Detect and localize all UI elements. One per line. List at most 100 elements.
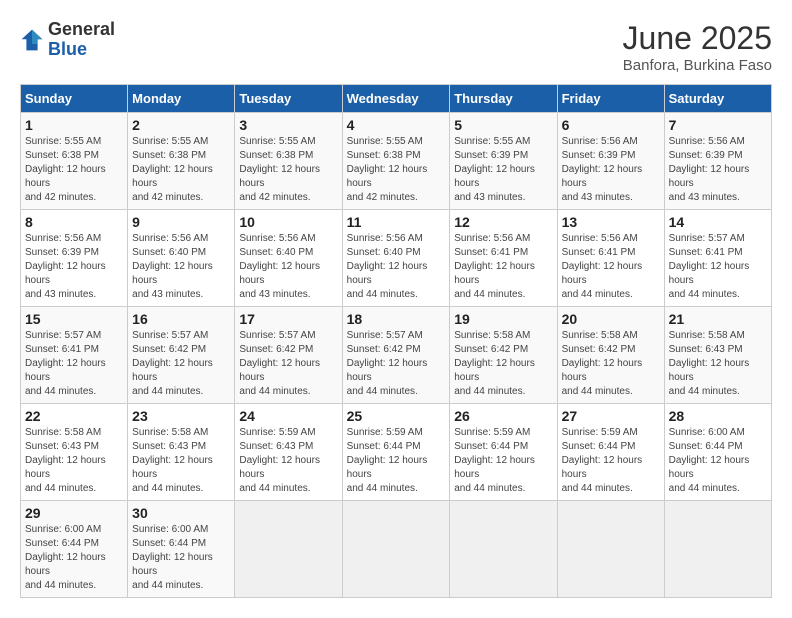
day-number: 2 (132, 117, 230, 133)
calendar-cell: 24 Sunrise: 5:59 AMSunset: 6:43 PMDaylig… (235, 404, 342, 501)
calendar-cell: 2 Sunrise: 5:55 AMSunset: 6:38 PMDayligh… (128, 113, 235, 210)
day-header-monday: Monday (128, 85, 235, 113)
calendar-cell: 27 Sunrise: 5:59 AMSunset: 6:44 PMDaylig… (557, 404, 664, 501)
day-info: Sunrise: 5:55 AMSunset: 6:38 PMDaylight:… (347, 135, 446, 205)
day-info: Sunrise: 5:58 AMSunset: 6:42 PMDaylight:… (454, 329, 552, 399)
day-info: Sunrise: 5:56 AMSunset: 6:41 PMDaylight:… (562, 232, 660, 302)
calendar-cell: 19 Sunrise: 5:58 AMSunset: 6:42 PMDaylig… (450, 307, 557, 404)
day-number: 10 (239, 214, 337, 230)
calendar-table: SundayMondayTuesdayWednesdayThursdayFrid… (20, 84, 772, 598)
day-info: Sunrise: 5:57 AMSunset: 6:42 PMDaylight:… (347, 329, 446, 399)
day-info: Sunrise: 5:58 AMSunset: 6:43 PMDaylight:… (669, 329, 767, 399)
day-number: 24 (239, 408, 337, 424)
month-title: June 2025 (623, 20, 772, 57)
calendar-cell: 20 Sunrise: 5:58 AMSunset: 6:42 PMDaylig… (557, 307, 664, 404)
week-row-5: 29 Sunrise: 6:00 AMSunset: 6:44 PMDaylig… (21, 501, 772, 598)
day-header-wednesday: Wednesday (342, 85, 450, 113)
logo-icon (20, 28, 44, 52)
day-number: 26 (454, 408, 552, 424)
day-info: Sunrise: 5:55 AMSunset: 6:38 PMDaylight:… (239, 135, 337, 205)
day-number: 4 (347, 117, 446, 133)
day-number: 6 (562, 117, 660, 133)
day-header-saturday: Saturday (664, 85, 771, 113)
calendar-cell (664, 501, 771, 598)
day-number: 17 (239, 311, 337, 327)
calendar-cell (342, 501, 450, 598)
day-number: 30 (132, 505, 230, 521)
calendar-cell: 30 Sunrise: 6:00 AMSunset: 6:44 PMDaylig… (128, 501, 235, 598)
day-info: Sunrise: 5:55 AMSunset: 6:38 PMDaylight:… (132, 135, 230, 205)
day-header-thursday: Thursday (450, 85, 557, 113)
day-number: 3 (239, 117, 337, 133)
day-info: Sunrise: 5:56 AMSunset: 6:40 PMDaylight:… (347, 232, 446, 302)
calendar-cell: 6 Sunrise: 5:56 AMSunset: 6:39 PMDayligh… (557, 113, 664, 210)
day-number: 22 (25, 408, 123, 424)
day-number: 5 (454, 117, 552, 133)
calendar-cell: 7 Sunrise: 5:56 AMSunset: 6:39 PMDayligh… (664, 113, 771, 210)
logo-blue: Blue (48, 39, 87, 59)
calendar-cell: 11 Sunrise: 5:56 AMSunset: 6:40 PMDaylig… (342, 210, 450, 307)
title-area: June 2025 Banfora, Burkina Faso (623, 20, 772, 74)
day-number: 29 (25, 505, 123, 521)
day-info: Sunrise: 5:56 AMSunset: 6:40 PMDaylight:… (132, 232, 230, 302)
day-info: Sunrise: 5:58 AMSunset: 6:43 PMDaylight:… (25, 426, 123, 496)
calendar-cell: 25 Sunrise: 5:59 AMSunset: 6:44 PMDaylig… (342, 404, 450, 501)
day-number: 8 (25, 214, 123, 230)
day-number: 13 (562, 214, 660, 230)
day-info: Sunrise: 5:56 AMSunset: 6:40 PMDaylight:… (239, 232, 337, 302)
day-number: 27 (562, 408, 660, 424)
week-row-2: 8 Sunrise: 5:56 AMSunset: 6:39 PMDayligh… (21, 210, 772, 307)
day-number: 14 (669, 214, 767, 230)
calendar-cell: 16 Sunrise: 5:57 AMSunset: 6:42 PMDaylig… (128, 307, 235, 404)
day-number: 11 (347, 214, 446, 230)
day-info: Sunrise: 6:00 AMSunset: 6:44 PMDaylight:… (25, 523, 123, 593)
calendar-cell: 22 Sunrise: 5:58 AMSunset: 6:43 PMDaylig… (21, 404, 128, 501)
calendar-cell: 23 Sunrise: 5:58 AMSunset: 6:43 PMDaylig… (128, 404, 235, 501)
calendar-cell: 13 Sunrise: 5:56 AMSunset: 6:41 PMDaylig… (557, 210, 664, 307)
day-info: Sunrise: 5:59 AMSunset: 6:44 PMDaylight:… (454, 426, 552, 496)
day-number: 9 (132, 214, 230, 230)
calendar-cell (557, 501, 664, 598)
day-number: 28 (669, 408, 767, 424)
day-number: 23 (132, 408, 230, 424)
calendar-cell: 28 Sunrise: 6:00 AMSunset: 6:44 PMDaylig… (664, 404, 771, 501)
week-row-3: 15 Sunrise: 5:57 AMSunset: 6:41 PMDaylig… (21, 307, 772, 404)
day-number: 25 (347, 408, 446, 424)
calendar-cell: 4 Sunrise: 5:55 AMSunset: 6:38 PMDayligh… (342, 113, 450, 210)
logo-general: General (48, 20, 115, 40)
logo: General Blue (20, 20, 115, 60)
day-info: Sunrise: 5:59 AMSunset: 6:43 PMDaylight:… (239, 426, 337, 496)
day-header-friday: Friday (557, 85, 664, 113)
calendar-cell: 1 Sunrise: 5:55 AMSunset: 6:38 PMDayligh… (21, 113, 128, 210)
day-number: 21 (669, 311, 767, 327)
calendar-cell: 21 Sunrise: 5:58 AMSunset: 6:43 PMDaylig… (664, 307, 771, 404)
day-number: 18 (347, 311, 446, 327)
calendar-cell: 14 Sunrise: 5:57 AMSunset: 6:41 PMDaylig… (664, 210, 771, 307)
day-number: 19 (454, 311, 552, 327)
day-info: Sunrise: 5:57 AMSunset: 6:41 PMDaylight:… (669, 232, 767, 302)
day-info: Sunrise: 5:58 AMSunset: 6:42 PMDaylight:… (562, 329, 660, 399)
day-info: Sunrise: 5:56 AMSunset: 6:41 PMDaylight:… (454, 232, 552, 302)
week-row-1: 1 Sunrise: 5:55 AMSunset: 6:38 PMDayligh… (21, 113, 772, 210)
day-info: Sunrise: 5:57 AMSunset: 6:42 PMDaylight:… (132, 329, 230, 399)
day-info: Sunrise: 5:55 AMSunset: 6:38 PMDaylight:… (25, 135, 123, 205)
day-number: 20 (562, 311, 660, 327)
day-header-sunday: Sunday (21, 85, 128, 113)
calendar-cell: 29 Sunrise: 6:00 AMSunset: 6:44 PMDaylig… (21, 501, 128, 598)
day-number: 1 (25, 117, 123, 133)
day-info: Sunrise: 5:56 AMSunset: 6:39 PMDaylight:… (669, 135, 767, 205)
calendar-cell: 3 Sunrise: 5:55 AMSunset: 6:38 PMDayligh… (235, 113, 342, 210)
calendar-cell: 10 Sunrise: 5:56 AMSunset: 6:40 PMDaylig… (235, 210, 342, 307)
day-info: Sunrise: 6:00 AMSunset: 6:44 PMDaylight:… (132, 523, 230, 593)
calendar-cell: 15 Sunrise: 5:57 AMSunset: 6:41 PMDaylig… (21, 307, 128, 404)
calendar-cell: 8 Sunrise: 5:56 AMSunset: 6:39 PMDayligh… (21, 210, 128, 307)
day-info: Sunrise: 5:56 AMSunset: 6:39 PMDaylight:… (562, 135, 660, 205)
day-header-tuesday: Tuesday (235, 85, 342, 113)
day-info: Sunrise: 6:00 AMSunset: 6:44 PMDaylight:… (669, 426, 767, 496)
calendar-cell: 5 Sunrise: 5:55 AMSunset: 6:39 PMDayligh… (450, 113, 557, 210)
calendar-cell: 9 Sunrise: 5:56 AMSunset: 6:40 PMDayligh… (128, 210, 235, 307)
calendar-cell: 17 Sunrise: 5:57 AMSunset: 6:42 PMDaylig… (235, 307, 342, 404)
calendar-cell: 26 Sunrise: 5:59 AMSunset: 6:44 PMDaylig… (450, 404, 557, 501)
day-number: 7 (669, 117, 767, 133)
day-info: Sunrise: 5:57 AMSunset: 6:41 PMDaylight:… (25, 329, 123, 399)
